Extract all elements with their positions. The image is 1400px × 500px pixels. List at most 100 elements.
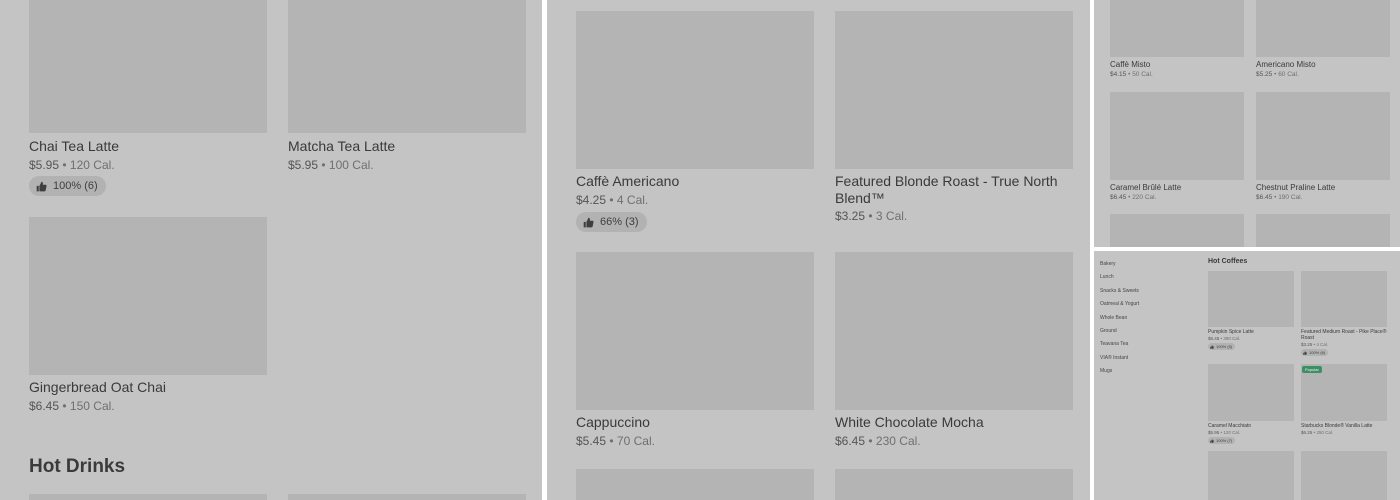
rating-badge: 66% (3) <box>576 212 647 232</box>
item-image[interactable] <box>835 469 1073 500</box>
item-name[interactable]: Pumpkin Spice Latte <box>1208 329 1298 335</box>
item-name[interactable]: Gingerbread Oat Chai <box>29 379 166 396</box>
sidebar-item-bakery[interactable]: Bakery <box>1100 261 1116 267</box>
item-price: $5.25 <box>1256 71 1273 78</box>
item-image[interactable] <box>288 494 526 500</box>
separator: • <box>1220 430 1223 435</box>
item-price: $5.95 <box>29 158 60 172</box>
item-meta: $6.45 • 230 Cal. <box>835 434 921 448</box>
item-calories: 60 Cal. <box>1278 71 1299 78</box>
sidebar-item-lunch[interactable]: Lunch <box>1100 274 1114 280</box>
item-calories: 70 Cal. <box>616 434 655 448</box>
item-price: $6.45 <box>1256 194 1273 201</box>
separator: • <box>321 158 326 172</box>
item-image[interactable] <box>29 0 267 133</box>
item-meta: $6.45 • 190 Cal. <box>1256 194 1302 201</box>
item-name[interactable]: Featured Blonde Roast - True North Blend… <box>835 173 1075 207</box>
popular-badge: Popular <box>1302 366 1322 373</box>
item-image[interactable] <box>576 252 814 410</box>
section-title: Hot Coffees <box>1208 258 1248 265</box>
store-menu-view-2: Caffè Americano $4.25 • 4 Cal. 66% (3) F… <box>547 0 1090 500</box>
item-image[interactable] <box>1208 364 1294 421</box>
item-image[interactable] <box>1256 92 1390 180</box>
item-name[interactable]: Caffè Americano <box>576 173 816 190</box>
separator: • <box>1128 71 1131 78</box>
item-name[interactable]: Matcha Tea Latte <box>288 138 395 155</box>
item-image[interactable] <box>576 11 814 169</box>
separator: • <box>868 209 873 223</box>
item-calories: 230 Cal. <box>875 434 921 448</box>
item-price: $4.25 <box>576 193 607 207</box>
store-menu-view-1: Chai Tea Latte $5.95 • 120 Cal. 100% (6)… <box>0 0 542 500</box>
item-name[interactable]: White Chocolate Mocha <box>835 414 1075 431</box>
item-name[interactable]: Caffè Misto <box>1110 60 1150 70</box>
item-name[interactable]: Chai Tea Latte <box>29 138 119 155</box>
section-heading: Hot Drinks <box>29 456 126 477</box>
item-calories: 120 Cal. <box>69 158 115 172</box>
item-image[interactable] <box>1256 0 1390 57</box>
item-meta: $3.25 • 3 Cal. <box>835 209 907 223</box>
item-meta: $6.45 • 220 Cal. <box>1110 194 1156 201</box>
item-image[interactable] <box>835 252 1073 410</box>
item-image[interactable] <box>1301 451 1387 500</box>
separator: • <box>1128 194 1131 201</box>
item-meta: $4.15 • 50 Cal. <box>1110 71 1153 78</box>
item-price: $6.25 <box>1301 430 1313 435</box>
rating-badge: 100% (5) <box>1208 343 1236 350</box>
sidebar-item-via-instant[interactable]: VIA® Instant <box>1100 355 1128 361</box>
item-meta: $5.95 • 120 Cal. <box>1208 430 1240 435</box>
item-image[interactable] <box>29 217 267 375</box>
rating-text: 100% (6) <box>53 180 98 192</box>
item-name[interactable]: Featured Medium Roast - Pike Place® Roas… <box>1301 329 1391 341</box>
rating-badge: 100% (6) <box>29 176 106 196</box>
item-name[interactable]: Cappuccino <box>576 414 816 431</box>
item-image[interactable] <box>576 469 814 500</box>
item-name[interactable]: Chestnut Praline Latte <box>1256 183 1335 193</box>
item-meta: $6.45 • 390 Cal. <box>1208 336 1240 341</box>
rating-text: 100% (6) <box>1309 350 1326 355</box>
item-calories: 4 Cal. <box>616 193 649 207</box>
item-calories: 50 Cal. <box>1132 71 1153 78</box>
sidebar-item-whole-bean[interactable]: Whole Bean <box>1100 315 1127 321</box>
separator: • <box>1274 194 1277 201</box>
item-meta: $3.25 • 4 Cal. <box>1301 342 1328 347</box>
item-name[interactable]: Caramel Macchiato <box>1208 423 1298 429</box>
item-meta: $4.25 • 4 Cal. <box>576 193 648 207</box>
item-image[interactable] <box>835 11 1073 169</box>
item-image[interactable] <box>29 494 267 500</box>
item-image[interactable] <box>1110 0 1244 57</box>
item-image[interactable] <box>1208 271 1294 327</box>
item-name[interactable]: Starbucks Blonde® Vanilla Latte <box>1301 423 1391 429</box>
item-name[interactable]: Americano Misto <box>1256 60 1316 70</box>
item-calories: 390 Cal. <box>1223 336 1241 341</box>
sidebar-item-ground[interactable]: Ground <box>1100 328 1117 334</box>
item-price: $6.45 <box>835 434 866 448</box>
rating-text: 66% (3) <box>600 216 639 228</box>
item-name[interactable]: Caramel Brûlé Latte <box>1110 183 1181 193</box>
separator: • <box>1274 71 1277 78</box>
item-meta: $5.45 • 70 Cal. <box>576 434 655 448</box>
sidebar-item-mugs[interactable]: Mugs <box>1100 368 1112 374</box>
item-calories: 4 Cal. <box>1316 342 1329 347</box>
sidebar-item-teavana-tea[interactable]: Teavana Tea <box>1100 341 1128 347</box>
item-image[interactable] <box>1110 92 1244 180</box>
separator: • <box>1313 342 1316 347</box>
rating-badge: 100% (6) <box>1301 349 1329 356</box>
rating-badge: 100% (7) <box>1208 437 1236 444</box>
item-meta: $5.25 • 60 Cal. <box>1256 71 1299 78</box>
separator: • <box>609 193 614 207</box>
item-calories: 250 Cal. <box>1316 430 1334 435</box>
item-image[interactable] <box>1208 451 1294 500</box>
thumbs-up-icon <box>1210 345 1214 349</box>
item-image[interactable] <box>288 0 526 133</box>
separator: • <box>868 434 873 448</box>
thumbs-up-icon <box>1303 351 1307 355</box>
sidebar-item-snacks-sweets[interactable]: Snacks & Sweets <box>1100 288 1139 294</box>
item-image[interactable] <box>1256 214 1390 247</box>
item-image[interactable] <box>1301 271 1387 327</box>
item-image[interactable] <box>1110 214 1244 247</box>
item-price: $6.45 <box>1110 194 1127 201</box>
item-calories: 100 Cal. <box>328 158 374 172</box>
item-price: $6.45 <box>1208 336 1220 341</box>
sidebar-item-oatmeal-yogurt[interactable]: Oatmeal & Yogurt <box>1100 301 1139 307</box>
